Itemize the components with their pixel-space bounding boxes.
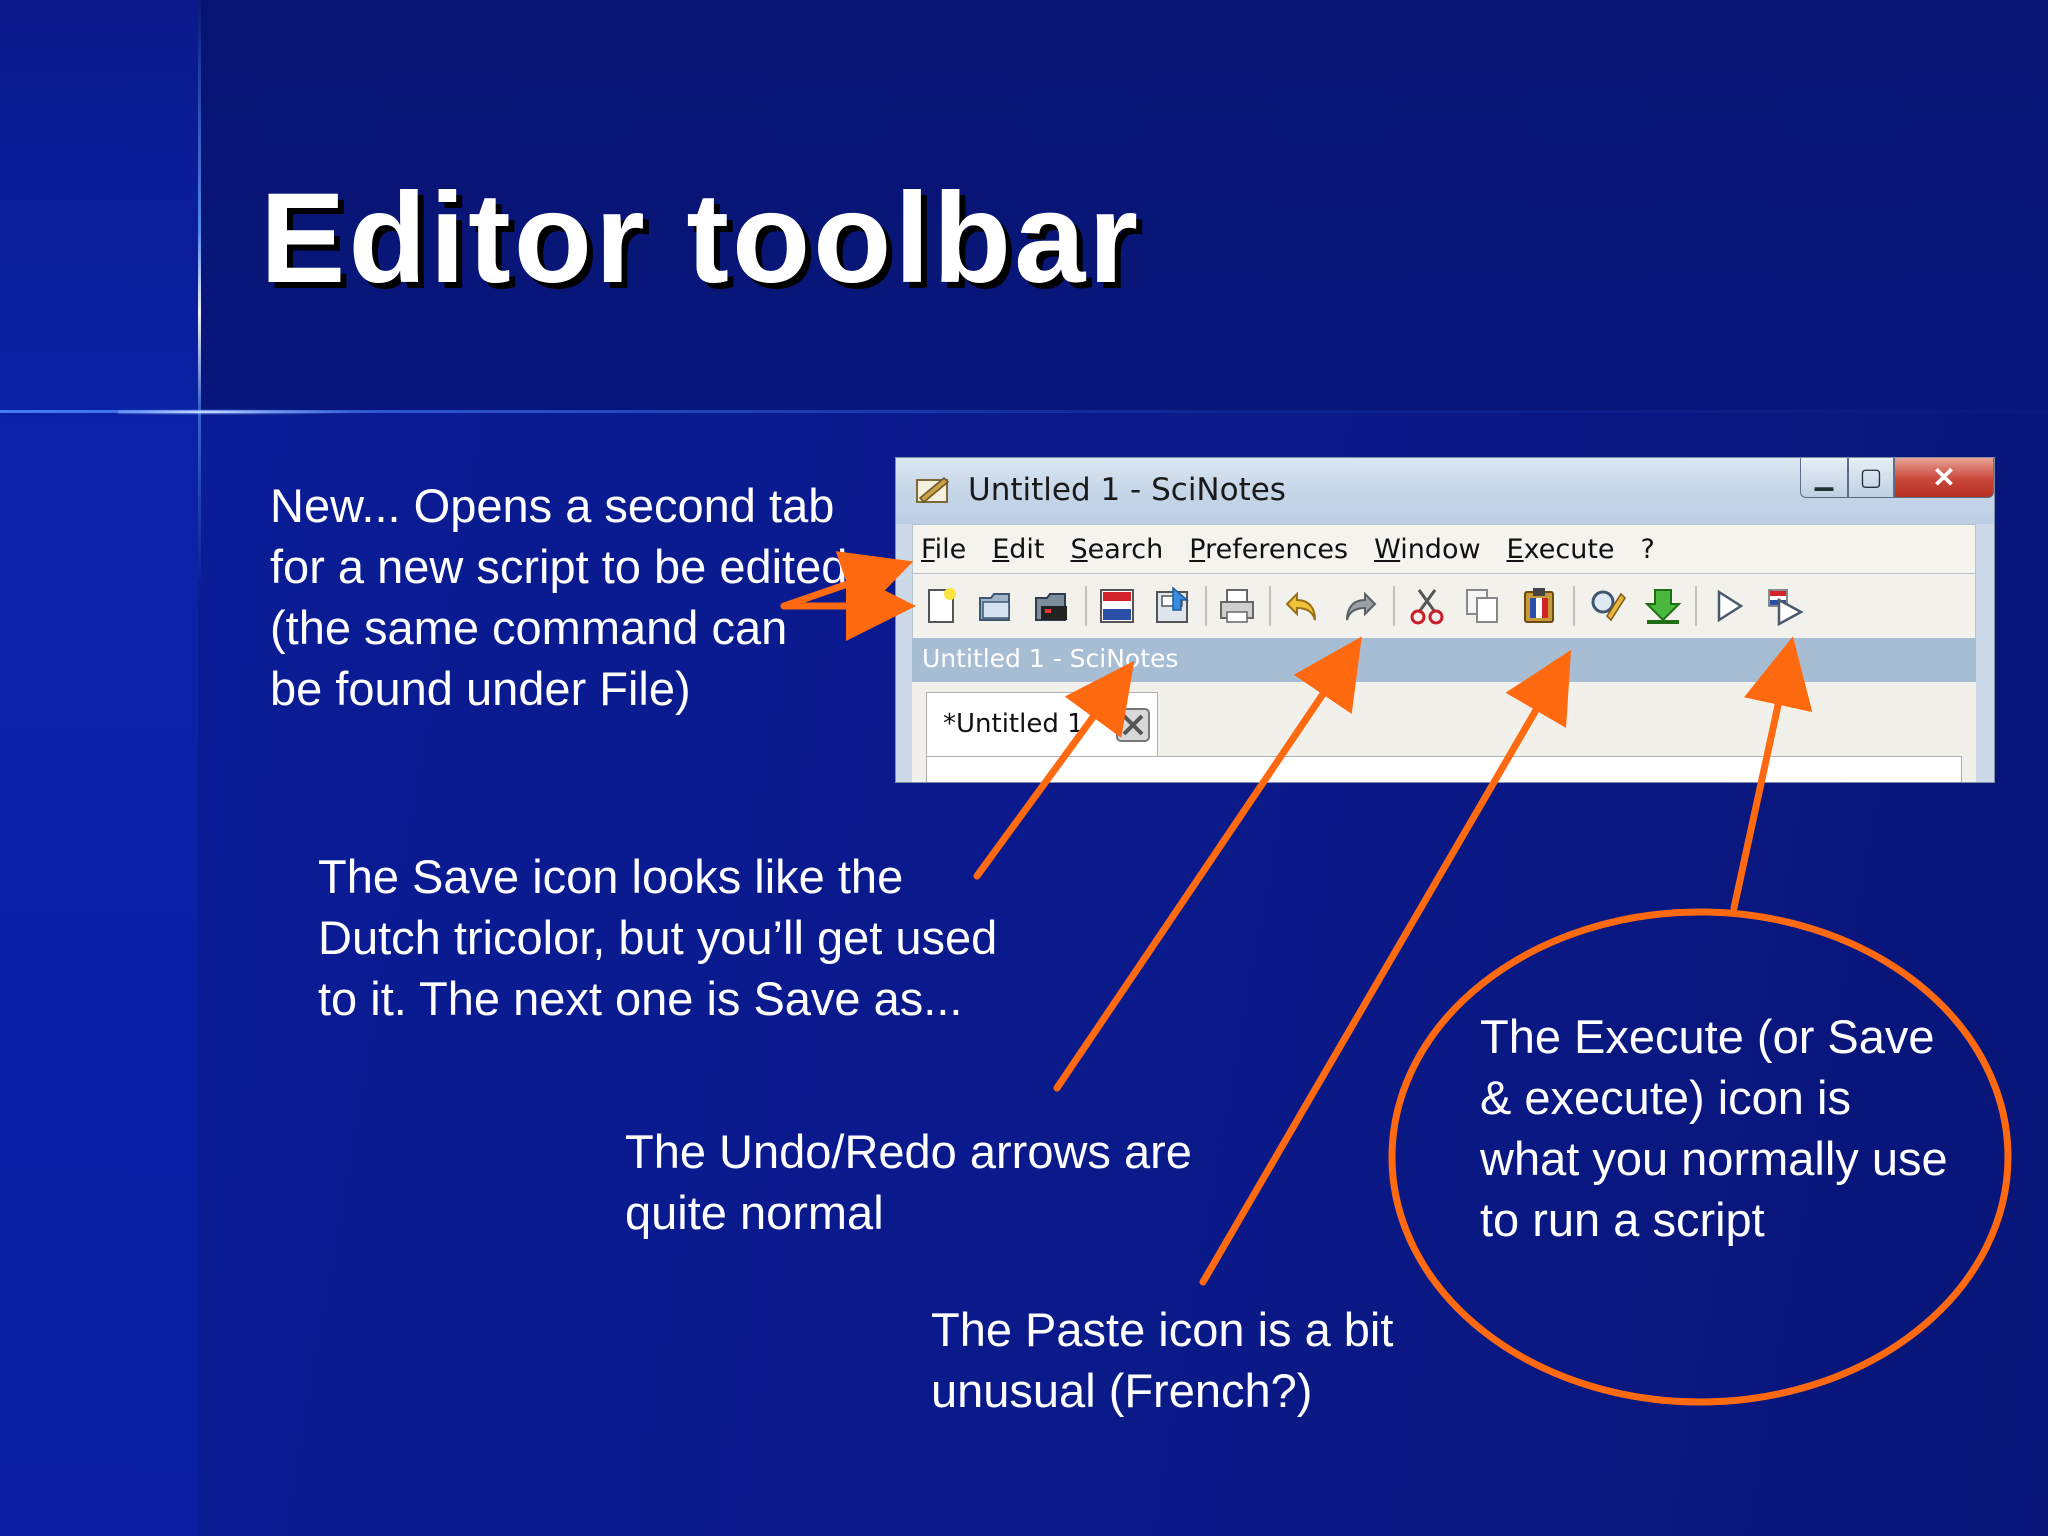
menu-execute[interactable]: Execute (1505, 534, 1617, 565)
close-icon: ✕ (1932, 462, 1956, 493)
menu-edit[interactable]: Edit (990, 534, 1046, 565)
redo-icon[interactable] (1339, 586, 1379, 626)
load-into-scilab-icon[interactable] (1643, 586, 1683, 626)
document-tab-label: *Untitled 1 (943, 709, 1084, 739)
menu-help[interactable]: ? (1639, 534, 1657, 565)
tab-close-icon[interactable] (1115, 707, 1151, 743)
print-icon[interactable] (1217, 586, 1257, 626)
toolbar-separator (1205, 586, 1207, 626)
document-tab-area: *Untitled 1 (912, 682, 1976, 782)
open-folder-icon[interactable] (977, 586, 1017, 626)
note-paste: The Paste icon is a bit unusual (French?… (931, 1303, 1394, 1417)
editor-toolbar (912, 574, 1976, 638)
editor-panel-titlebar: Untitled 1 - SciNotes (912, 638, 1976, 682)
paste-icon[interactable] (1519, 586, 1559, 626)
toolbar-separator (1085, 586, 1087, 626)
toolbar-separator (1695, 586, 1697, 626)
slide-title: Editor toolbar (260, 167, 1142, 310)
maximize-button[interactable]: ▢ (1848, 458, 1894, 498)
menu-window[interactable]: Window (1372, 534, 1482, 565)
menubar: File Edit Search Preferences Window Exec… (912, 524, 1976, 574)
slide: Editor toolbar New... Opens a second tab… (0, 0, 2048, 1536)
window-title: Untitled 1 - SciNotes (968, 472, 1286, 508)
save-as-icon[interactable] (1153, 586, 1193, 626)
minimize-button[interactable]: ▁ (1800, 458, 1848, 498)
document-tab[interactable]: *Untitled 1 (926, 692, 1158, 756)
editor-area[interactable] (926, 756, 1962, 782)
toolbar-separator (1393, 586, 1395, 626)
copy-icon[interactable] (1463, 586, 1503, 626)
menu-search[interactable]: Search (1069, 534, 1166, 565)
left-strip (0, 0, 198, 1536)
minimize-icon: ▁ (1814, 464, 1834, 491)
new-file-icon[interactable] (921, 586, 961, 626)
scinotes-app-icon (916, 476, 950, 504)
menu-preferences[interactable]: Preferences (1187, 534, 1350, 565)
panel-title: Untitled 1 - SciNotes (922, 644, 1179, 673)
note-new: New... Opens a second tab for a new scri… (270, 479, 848, 715)
note-save: The Save icon looks like the Dutch trico… (318, 850, 998, 1025)
cut-icon[interactable] (1407, 586, 1447, 626)
execute-icon[interactable] (1709, 586, 1749, 626)
close-button[interactable]: ✕ (1894, 458, 1994, 498)
find-icon[interactable] (1587, 586, 1627, 626)
window-titlebar: Untitled 1 - SciNotes ▁ ▢ ✕ (896, 458, 1994, 524)
toolbar-separator (1269, 586, 1271, 626)
note-execute: The Execute (or Save & execute) icon is … (1480, 1010, 1948, 1246)
open-file-icon[interactable] (1033, 586, 1073, 626)
menu-file[interactable]: File (919, 534, 968, 565)
vertical-glow-line (198, 0, 201, 580)
maximize-icon: ▢ (1859, 464, 1883, 491)
undo-icon[interactable] (1283, 586, 1323, 626)
save-icon[interactable] (1097, 586, 1137, 626)
save-and-execute-icon[interactable] (1765, 586, 1805, 626)
window-controls: ▁ ▢ ✕ (1800, 458, 1994, 502)
toolbar-separator (1573, 586, 1575, 626)
light-flare (118, 409, 368, 415)
scinotes-window: Untitled 1 - SciNotes ▁ ▢ ✕ File Edit Se… (895, 457, 1995, 783)
note-undo: The Undo/Redo arrows are quite normal (625, 1125, 1192, 1239)
